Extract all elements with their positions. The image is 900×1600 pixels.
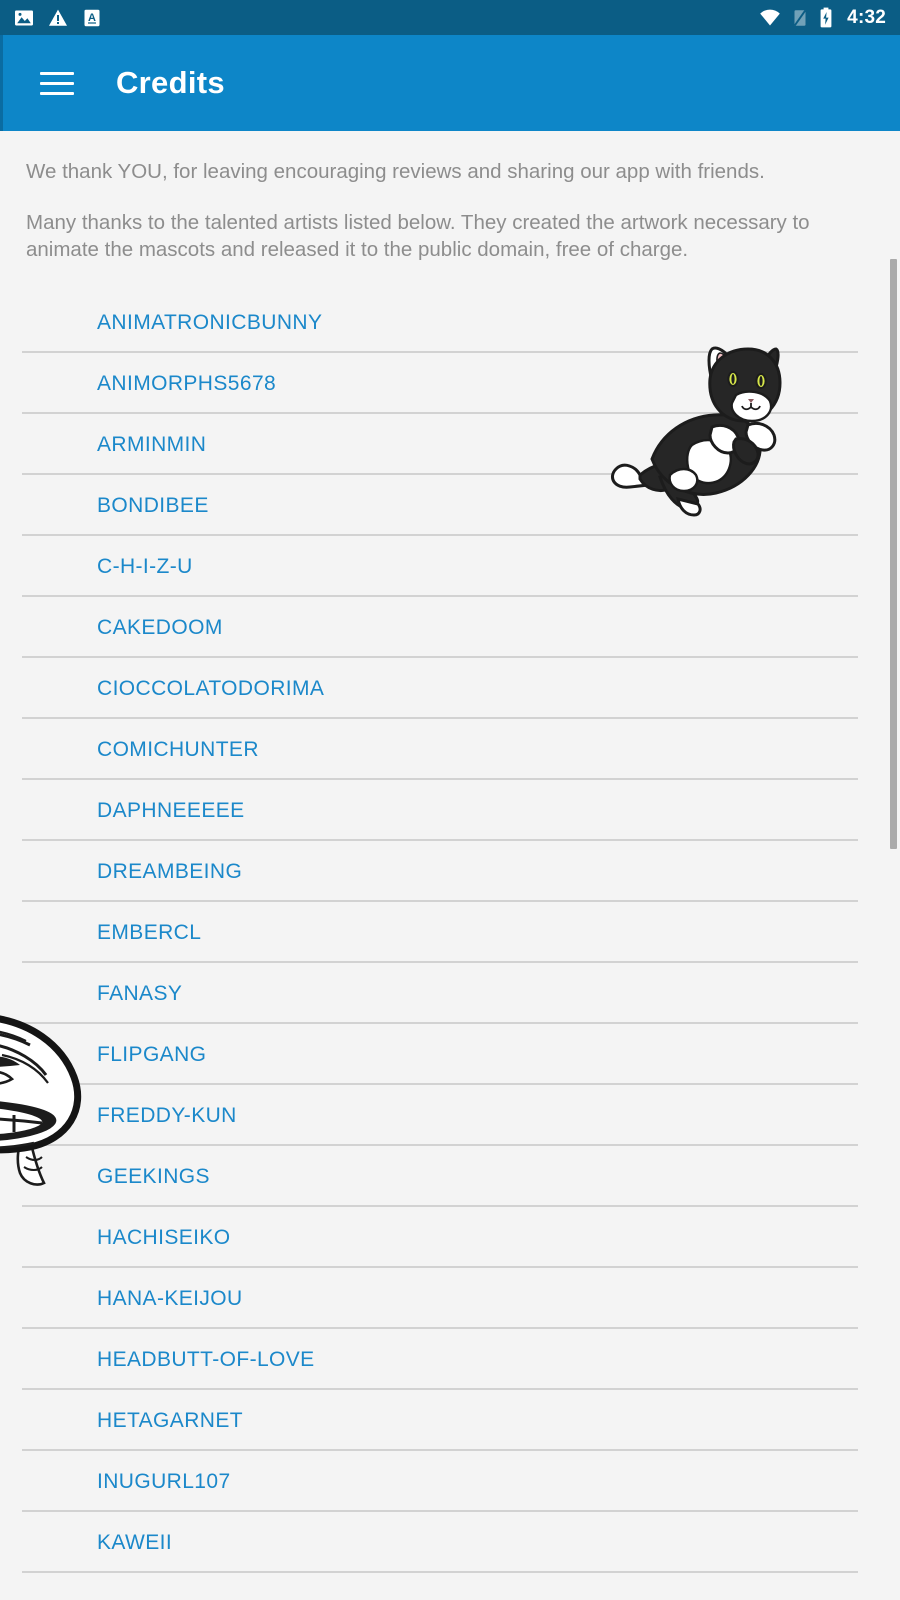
scrollbar-track[interactable] (890, 131, 897, 1600)
credit-artist-name[interactable]: FANASY (97, 982, 182, 1006)
hamburger-menu-icon[interactable] (29, 55, 85, 111)
credit-list-item[interactable]: C-H-I-Z-U (0, 536, 900, 598)
credit-artist-name[interactable]: HETAGARNET (97, 1409, 243, 1433)
status-bar: A 4:32 (0, 0, 900, 35)
credit-artist-name[interactable]: ARMINMIN (97, 433, 206, 457)
menu-bar-3 (40, 91, 74, 95)
credit-list-item[interactable]: INUGURL107 (0, 1451, 900, 1513)
credit-artist-name[interactable]: DAPHNEEEEE (97, 799, 245, 823)
credit-artist-name[interactable]: HANA-KEIJOU (97, 1287, 243, 1311)
signal-off-icon (794, 9, 807, 26)
credit-list-item[interactable]: EMBERCL (0, 902, 900, 964)
status-bar-left-icons: A (14, 8, 102, 28)
credit-artist-name[interactable]: INUGURL107 (97, 1470, 231, 1494)
credit-list-item[interactable]: ANIMORPHS5678 (0, 353, 900, 415)
credit-artist-name[interactable]: ANIMORPHS5678 (97, 372, 276, 396)
status-bar-clock: 4:32 (847, 6, 886, 28)
credit-artist-name[interactable]: EMBERCL (97, 921, 201, 945)
credits-list: ANIMATRONICBUNNY ANIMORPHS5678 ARMINMIN BON… (0, 292, 900, 1574)
warning-icon (49, 9, 67, 26)
scrollbar-thumb[interactable] (890, 259, 897, 849)
credit-list-item[interactable]: FREDDY-KUN (0, 1085, 900, 1147)
app-toolbar: Credits (0, 35, 900, 138)
credit-list-item[interactable]: KAWEII (0, 1512, 900, 1574)
credit-list-item[interactable]: CAKEDOOM (0, 597, 900, 659)
image-icon (15, 10, 33, 25)
credit-list-item[interactable]: FLIPGANG (0, 1024, 900, 1086)
credit-artist-name[interactable]: C-H-I-Z-U (97, 555, 193, 579)
credit-list-item[interactable]: CIOCCOLATODORIMA (0, 658, 900, 720)
menu-bar-1 (40, 71, 74, 75)
credit-artist-name[interactable]: FLIPGANG (97, 1043, 206, 1067)
intro-paragraph-1: We thank YOU, for leaving encouraging re… (26, 160, 765, 183)
credit-list-item[interactable]: DAPHNEEEEE (0, 780, 900, 842)
credit-list-item[interactable]: BONDIBEE (0, 475, 900, 537)
intro-paragraph-2: Many thanks to the talented artists list… (26, 210, 810, 262)
svg-text:A: A (88, 12, 96, 24)
credit-artist-name[interactable]: HEADBUTT-OF-LOVE (97, 1348, 315, 1372)
credit-artist-name[interactable]: ANIMATRONICBUNNY (97, 311, 322, 335)
credit-list-item[interactable]: HANA-KEIJOU (0, 1268, 900, 1330)
credit-artist-name[interactable]: FREDDY-KUN (97, 1104, 237, 1128)
credit-list-item[interactable]: DREAMBEING (0, 841, 900, 903)
credit-list-item[interactable]: HEADBUTT-OF-LOVE (0, 1329, 900, 1391)
credit-artist-name[interactable]: KAWEII (97, 1531, 172, 1555)
credit-artist-name[interactable]: GEEKINGS (97, 1165, 210, 1189)
menu-bar-2 (40, 81, 74, 85)
content-scroll-area[interactable]: We thank YOU, for leaving encouraging re… (0, 131, 900, 1600)
credit-list-item[interactable]: ARMINMIN (0, 414, 900, 476)
page-title: Credits (116, 65, 225, 100)
credit-list-item[interactable]: COMICHUNTER (0, 719, 900, 781)
credit-artist-name[interactable]: BONDIBEE (97, 494, 209, 518)
text-a-icon: A (84, 9, 100, 26)
credit-list-item[interactable]: GEEKINGS (0, 1146, 900, 1208)
status-bar-right-icons: 4:32 (759, 7, 886, 29)
credit-artist-name[interactable]: CIOCCOLATODORIMA (97, 677, 324, 701)
battery-charging-icon (820, 7, 832, 28)
credit-list-item[interactable]: FANASY (0, 963, 900, 1025)
app-screen: A 4:32 Credits We thank YOU, for leaving… (0, 0, 900, 1600)
credit-artist-name[interactable]: COMICHUNTER (97, 738, 259, 762)
credit-artist-name[interactable]: DREAMBEING (97, 860, 242, 884)
credit-list-item[interactable]: HACHISEIKO (0, 1207, 900, 1269)
credit-list-item[interactable]: HETAGARNET (0, 1390, 900, 1452)
credit-artist-name[interactable]: HACHISEIKO (97, 1226, 231, 1250)
credit-list-item[interactable]: ANIMATRONICBUNNY (0, 292, 900, 354)
wifi-icon (760, 9, 780, 25)
credit-artist-name[interactable]: CAKEDOOM (97, 616, 223, 640)
